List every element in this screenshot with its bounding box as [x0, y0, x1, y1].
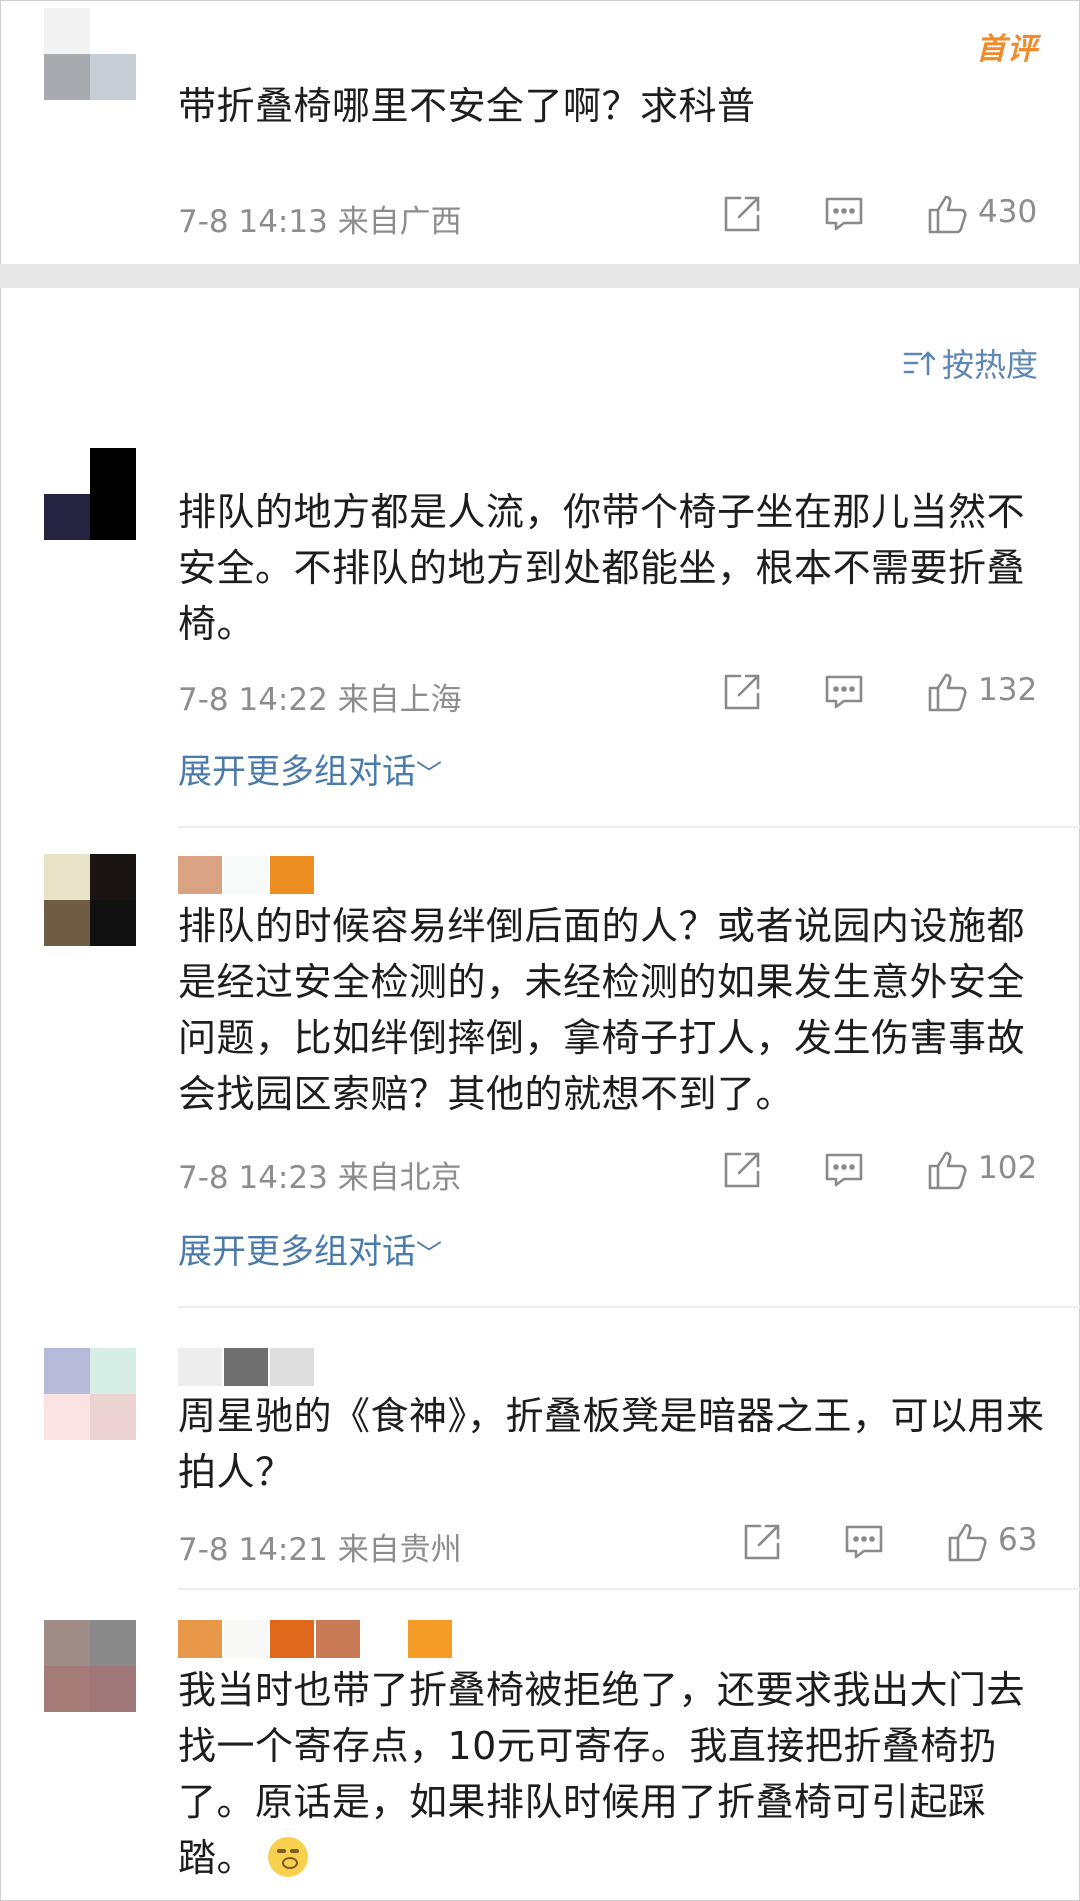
- like-icon[interactable]: [926, 192, 970, 236]
- expand-label: 展开更多组对话: [178, 1232, 416, 1272]
- comment-icon[interactable]: [842, 1520, 886, 1564]
- username-mosaic-block: [270, 1348, 314, 1386]
- comment-meta: 7-8 14:23 来自北京: [178, 1152, 462, 1197]
- avatar[interactable]: [44, 1348, 136, 1440]
- comment-divider: [178, 1306, 1080, 1308]
- comment-location: 来自广西: [337, 204, 462, 240]
- like-icon[interactable]: [926, 1148, 970, 1192]
- like-count: 63: [998, 1522, 1038, 1558]
- username-mosaic-block: [224, 1348, 268, 1386]
- comment-text: 周星驰的《食神》，折叠板凳是暗器之王，可以用来拍人？: [178, 1394, 1045, 1494]
- like-icon[interactable]: [946, 1520, 990, 1564]
- username-mosaic-block: [408, 1620, 452, 1658]
- avatar[interactable]: [44, 448, 136, 540]
- username-mosaic-block: [178, 1620, 222, 1658]
- share-icon[interactable]: [720, 670, 764, 714]
- comment-time: 7-8 14:23: [178, 1160, 328, 1196]
- section-divider: [0, 264, 1080, 288]
- comment-text: 带折叠椅哪里不安全了啊？求科普: [178, 84, 756, 128]
- like-count: 430: [978, 194, 1038, 230]
- comment-actions: 132: [720, 670, 1080, 718]
- username-mosaic-block: [178, 856, 222, 894]
- comment-actions: 430: [720, 192, 1080, 240]
- chevron-down-icon: ﹀: [416, 1240, 443, 1270]
- username-mosaic-block: [224, 856, 268, 894]
- avatar[interactable]: [44, 8, 136, 100]
- share-icon[interactable]: [720, 1148, 764, 1192]
- sort-label: 按热度: [941, 346, 1038, 384]
- username-mosaic-block: [270, 856, 314, 894]
- comment-text: 我当时也带了折叠椅被拒绝了，还要求我出大门去找一个寄存点，10元可寄存。我直接把…: [178, 1662, 1048, 1886]
- expand-replies-link[interactable]: 展开更多组对话﹀: [178, 1224, 442, 1273]
- share-icon[interactable]: [720, 192, 764, 236]
- comment-icon[interactable]: [822, 670, 866, 714]
- comment-divider: [178, 1588, 1080, 1590]
- comment-text: 排队的时候容易绊倒后面的人？或者说园内设施都是经过安全检测的，未经检测的如果发生…: [178, 904, 1026, 1116]
- username-mosaic-block: [224, 1620, 268, 1658]
- comment-location: 来自上海: [337, 682, 462, 718]
- comment-time: 7-8 14:13: [178, 204, 328, 240]
- comment-location: 来自贵州: [337, 1532, 462, 1568]
- comment-actions: 63: [740, 1520, 1080, 1568]
- comment-time: 7-8 14:21: [178, 1532, 328, 1568]
- like-icon[interactable]: [926, 670, 970, 714]
- comment-meta: 7-8 14:22 来自上海: [178, 674, 462, 719]
- username-mosaic-block: [178, 1348, 222, 1386]
- pensive-face-emoji: [267, 1837, 308, 1877]
- username-mosaic-block: [270, 1620, 314, 1658]
- like-count: 132: [978, 672, 1038, 708]
- comment-text: 排队的地方都是人流，你带个椅子坐在那儿当然不安全。不排队的地方到处都能坐，根本不…: [178, 490, 1026, 646]
- expand-replies-link[interactable]: 展开更多组对话﹀: [178, 744, 442, 793]
- expand-label: 展开更多组对话: [178, 752, 416, 792]
- comment-meta: 7-8 14:21 来自贵州: [178, 1524, 462, 1569]
- username-mosaic-block: [362, 1620, 406, 1658]
- sort-toggle[interactable]: 按热度: [902, 340, 1038, 386]
- username-mosaic-block: [178, 450, 222, 488]
- comment-location: 来自北京: [337, 1160, 462, 1196]
- comment-divider: [178, 826, 1080, 828]
- share-icon[interactable]: [740, 1520, 784, 1564]
- avatar[interactable]: [44, 854, 136, 946]
- avatar[interactable]: [44, 1620, 136, 1712]
- comment-icon[interactable]: [822, 1148, 866, 1192]
- first-comment-badge: 首评: [976, 32, 1038, 67]
- comment-time: 7-8 14:22: [178, 682, 328, 718]
- username-mosaic-block: [316, 1620, 360, 1658]
- comment-meta: 7-8 14:13 来自广西: [178, 196, 462, 241]
- chevron-down-icon: ﹀: [416, 760, 443, 790]
- like-count: 102: [978, 1150, 1038, 1186]
- comment-icon[interactable]: [822, 192, 866, 236]
- sort-icon: [903, 351, 936, 376]
- comment-actions: 102: [720, 1148, 1080, 1196]
